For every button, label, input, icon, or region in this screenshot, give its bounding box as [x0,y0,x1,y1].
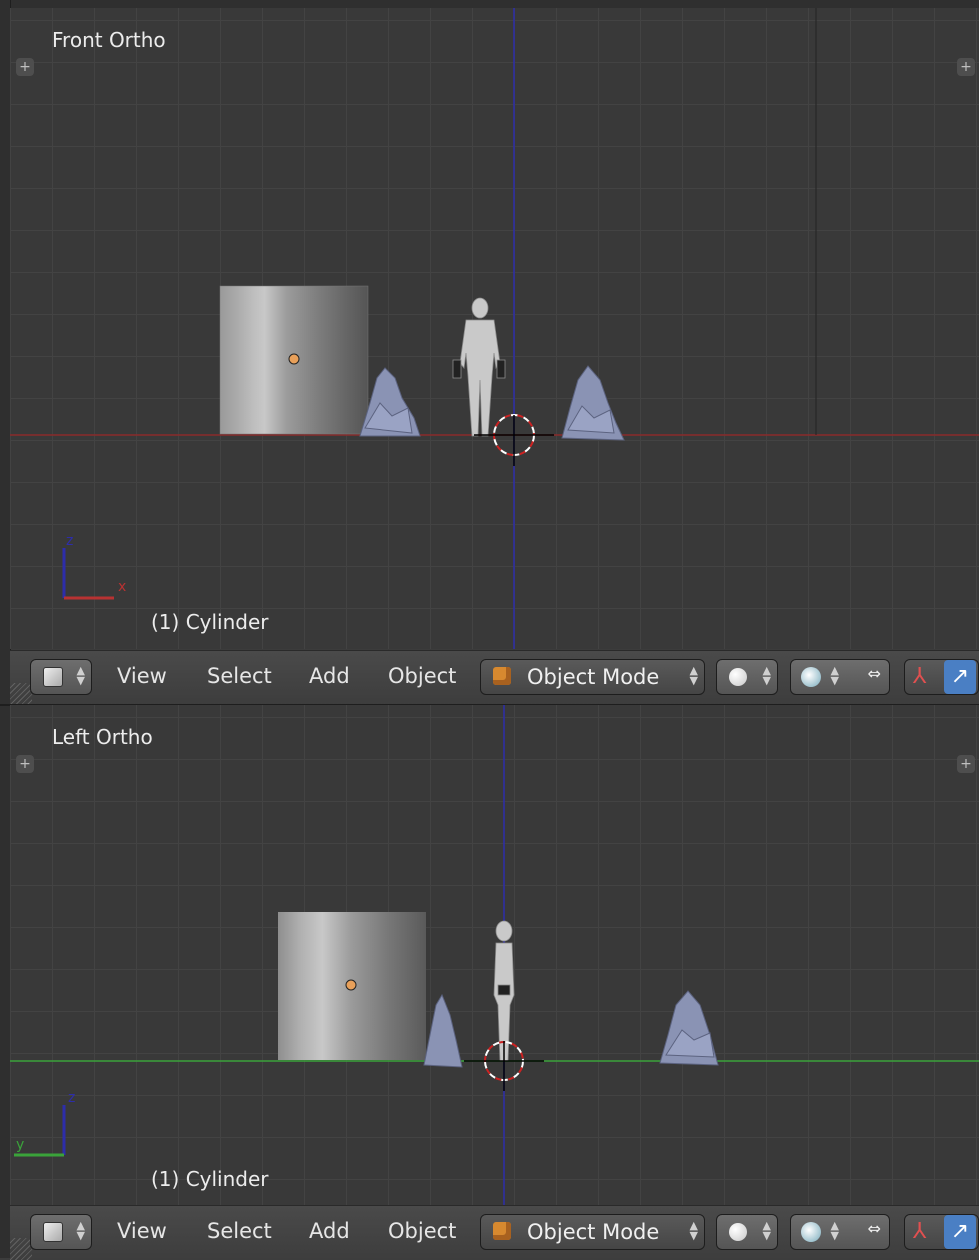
toolshelf-expand-icon[interactable]: + [16,755,34,773]
dropdown-arrows-icon: ▲ ▼ [830,1219,839,1242]
viewport-left-ortho[interactable]: z y Left Ortho (1) Cylinder + + [10,705,979,1205]
menu-view[interactable]: View [117,664,167,700]
mode-selector[interactable]: Object Mode ▲ ▼ [480,1214,705,1250]
axis-gizmo-y-label: y [16,1137,24,1153]
manipulator-toggle-group[interactable]: ⅄ ↗ [904,659,979,695]
header-toolbar-top: ▲ ▼ View Select Add Object Object Mode ▲ ▼… [10,650,979,705]
pivot-point-button[interactable]: ▲ ▼ ⇔ [790,659,890,695]
dropdown-arrows-icon: ▲ ▼ [762,1219,771,1242]
axis-gizmo-front [62,548,114,600]
menu-add[interactable]: Add [309,664,350,700]
tree-right [561,365,625,441]
editor-type-button[interactable]: ▲ ▼ [30,1214,92,1250]
manipulator-toggle-group[interactable]: ⅄ ↗ [904,1214,979,1250]
solid-shading-sphere-icon [729,668,747,686]
object-origin-dot [288,353,300,365]
tree-left-view-1 [423,993,463,1068]
3d-view-cube-icon [43,1222,63,1242]
human-figure [452,297,506,437]
area-split-handle[interactable] [10,683,32,705]
axis-gizmo-z-label: z [66,533,73,549]
editor-type-button[interactable]: ▲ ▼ [30,659,92,695]
menu-object[interactable]: Object [388,1219,456,1255]
dropdown-arrows-icon: ▲ ▼ [689,1219,698,1242]
mode-selector[interactable]: Object Mode ▲ ▼ [480,659,705,695]
snap-icon: ⇔ [867,1219,881,1238]
pivot-point-button[interactable]: ▲ ▼ ⇔ [790,1214,890,1250]
solid-shading-sphere-icon [729,1223,747,1241]
viewport-shading-button[interactable]: ▲ ▼ [716,659,778,695]
3d-view-cube-icon [43,667,63,687]
menu-view[interactable]: View [117,1219,167,1255]
header-toolbar-bottom: ▲ ▼ View Select Add Object Object Mode ▲ ▼… [10,1205,979,1260]
axis-gizmo-z-label-left: z [68,1090,75,1106]
pivot-point-icon [801,1222,821,1242]
viewport-shading-button[interactable]: ▲ ▼ [716,1214,778,1250]
object-mode-cube-icon [493,667,511,685]
dropdown-arrows-icon: ▲ ▼ [76,664,85,687]
viewport-front-ortho[interactable]: z x Front Ortho (1) Cylinder + + [10,8,979,649]
menu-select[interactable]: Select [207,664,272,700]
dropdown-arrows-icon: ▲ ▼ [830,664,839,687]
transform-manipulator-icon[interactable]: ⅄ [913,1219,926,1244]
dropdown-arrows-icon: ▲ ▼ [689,664,698,687]
active-object-label-front: (1) Cylinder [151,610,269,634]
dropdown-arrows-icon: ▲ ▼ [762,664,771,687]
front-scene: z x [10,8,979,649]
tree-left-view-2 [659,990,719,1066]
menu-object[interactable]: Object [388,664,456,700]
pivot-point-icon [801,667,821,687]
transform-manipulator-icon[interactable]: ⅄ [913,664,926,689]
properties-expand-icon[interactable]: + [957,755,975,773]
active-object-label-left: (1) Cylinder [151,1167,269,1191]
menu-add[interactable]: Add [309,1219,350,1255]
object-origin-dot-left [345,979,357,991]
window-top-border [0,0,979,8]
object-mode-cube-icon [493,1222,511,1240]
snap-icon: ⇔ [867,664,881,683]
toolshelf-expand-icon[interactable]: + [16,58,34,76]
translate-arrow-icon[interactable]: ↗ [944,660,976,694]
mode-label: Object Mode [527,1220,660,1244]
axis-gizmo-x-label: x [118,579,126,595]
menu-select[interactable]: Select [207,1219,272,1255]
mode-label: Object Mode [527,665,660,689]
properties-expand-icon[interactable]: + [957,58,975,76]
dropdown-arrows-icon: ▲ ▼ [76,1219,85,1242]
view-label-left-ortho: Left Ortho [52,725,153,749]
3d-cursor-left [464,1041,544,1091]
left-scene: z y [10,705,979,1205]
view-label-front-ortho: Front Ortho [52,28,166,52]
translate-arrow-icon[interactable]: ↗ [944,1215,976,1249]
area-split-handle[interactable] [10,1238,32,1260]
tree-left [359,367,421,437]
